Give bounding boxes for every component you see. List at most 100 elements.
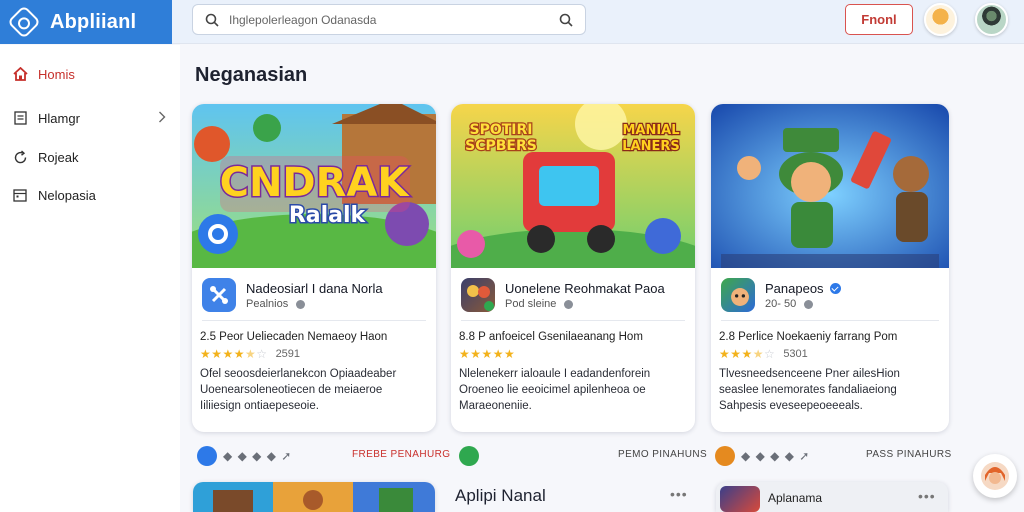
verified-badge-icon	[829, 283, 841, 294]
app-name[interactable]: Panapeos	[765, 281, 841, 296]
app-banner-image: CNDRAK Ralalk	[192, 104, 436, 268]
app-banner-image	[711, 104, 949, 268]
app-brand[interactable]: Abpliianl	[0, 0, 172, 44]
app-info: Panapeos 20- 50	[721, 278, 941, 314]
search-input[interactable]	[229, 12, 549, 27]
banner-subtitle: Ralalk	[289, 203, 367, 228]
app-name: Aplanama	[768, 491, 823, 505]
sidebar-item-label: Homis	[38, 66, 75, 82]
banner-subtitle: SCPBERS	[465, 138, 537, 154]
sidebar-item-home[interactable]: Homis	[12, 62, 172, 86]
banner-title-2: MANIAL	[622, 123, 679, 138]
pager-dots-icon[interactable]: ◆ ◆ ◆ ◆ ➚	[223, 449, 292, 463]
star-icon: ★★★★★	[459, 347, 516, 361]
sidebar-item-hlamgr[interactable]: Hlamgr	[12, 106, 172, 130]
app-name-text: Panapeos	[765, 281, 824, 296]
app-meta: 2.8 Perlice Noekaeniy farrang Pom	[719, 331, 898, 343]
app-icon	[721, 278, 755, 312]
assistant-avatar-icon	[981, 462, 1009, 490]
app-publisher: 20- 50	[765, 298, 814, 310]
app-banner-image	[193, 482, 435, 512]
calendar-icon	[12, 187, 28, 203]
app-description: Ofel seoosdeierlanekcon Opiaadeaber Uoen…	[200, 368, 397, 412]
app-meta: 8.8 P anfoeicel Gsenilaeanang Hom	[459, 331, 643, 343]
divider	[721, 320, 939, 321]
status-dot-icon	[804, 299, 814, 309]
app-info: Nadeosiarl I dana Norla Pealnios	[202, 278, 428, 314]
divider	[461, 320, 685, 321]
chevron-right-icon	[159, 111, 166, 123]
assistant-button[interactable]	[973, 454, 1017, 498]
star-empty-icon: ☆	[256, 347, 268, 361]
profile-avatar[interactable]	[975, 3, 1008, 36]
app-name[interactable]: Nadeosiarl I dana Norla	[246, 281, 383, 296]
app-description: Tlvesneedsenceene Pner ailesHion seaslee…	[719, 368, 900, 412]
user-avatar[interactable]	[924, 3, 957, 36]
home-icon	[12, 66, 28, 82]
rating-stars: ★★★★ ★ ☆ 2591	[200, 347, 300, 361]
document-icon	[12, 110, 28, 126]
top-bar: Abpliianl Fnonl	[0, 0, 1024, 44]
sidebar-item-label: Nelopasia	[38, 187, 96, 203]
publisher-name: 20- 50	[765, 298, 797, 310]
footer-link[interactable]: PASS PINAHURS	[866, 449, 952, 460]
card-footer: ◆ ◆ ◆ ◆ ➚	[715, 446, 810, 466]
banner-title: SPOTIRI	[470, 122, 533, 138]
search-box[interactable]	[192, 4, 586, 35]
publisher-name: Pod sleine	[505, 298, 557, 310]
app-description: Nlelenekerr ialoaule I eadandenforein Or…	[459, 368, 651, 412]
status-dot-icon	[564, 299, 574, 309]
app-mini-icon	[459, 446, 479, 466]
rating-count: 5301	[783, 348, 808, 360]
more-options-icon[interactable]: •••	[918, 488, 936, 504]
app-icon	[202, 278, 236, 312]
more-options-icon[interactable]: •••	[670, 486, 688, 502]
rating-stars: ★★★★★	[459, 347, 523, 361]
star-icon: ★★★★	[200, 347, 246, 361]
front-button[interactable]: Fnonl	[845, 4, 913, 35]
app-banner-image: SPOTIRI SCPBERS MANIAL LANERS	[451, 104, 695, 268]
status-dot-icon	[296, 299, 306, 309]
app-icon	[461, 278, 495, 312]
app-card[interactable]: Panapeos 20- 50 2.8 Perlice Noekaeniy fa…	[711, 104, 949, 432]
section-title: Aplipi Nanal	[455, 486, 546, 505]
star-icon: ★★★	[719, 347, 753, 361]
app-mini-icon	[715, 446, 735, 466]
app-name[interactable]: Uonelene Reohmakat Paoa	[505, 281, 665, 296]
pager-dots-icon[interactable]: ◆ ◆ ◆ ◆ ➚	[741, 449, 810, 463]
search-submit-icon[interactable]	[559, 13, 573, 27]
sidebar-item-nelopasia[interactable]: Nelopasia	[12, 183, 172, 207]
sidebar-item-label: Hlamgr	[38, 110, 80, 126]
app-card-preview[interactable]	[193, 482, 435, 512]
card-footer: ◆ ◆ ◆ ◆ ➚	[197, 446, 292, 466]
search-icon	[205, 13, 219, 27]
app-card-preview[interactable]: Aplanama •••	[716, 482, 948, 512]
footer-link[interactable]: PEMO PINAHUNS	[618, 449, 707, 460]
app-publisher: Pod sleine	[505, 298, 574, 310]
app-logo-icon	[7, 5, 41, 39]
star-half-icon: ★	[752, 347, 765, 361]
card-footer	[459, 446, 485, 466]
app-icon	[720, 486, 760, 512]
banner-title: CNDRAK	[220, 160, 411, 206]
divider	[202, 320, 426, 321]
app-publisher: Pealnios	[246, 298, 306, 310]
app-card[interactable]: SPOTIRI SCPBERS MANIAL LANERS Uonelene R…	[451, 104, 695, 432]
publisher-name: Pealnios	[246, 298, 289, 310]
sidebar: Homis Hlamgr Rojeak Nelopasia	[0, 45, 180, 512]
rating-stars: ★★★ ★ ☆ 5301	[719, 347, 808, 361]
app-title: Abpliianl	[50, 10, 137, 33]
app-info: Uonelene Reohmakat Paoa Pod sleine	[461, 278, 687, 314]
star-half-icon: ★	[245, 347, 257, 361]
app-card[interactable]: CNDRAK Ralalk Nadeosiarl I dana Norla Pe…	[192, 104, 436, 432]
sidebar-item-label: Rojeak	[38, 149, 79, 165]
footer-link[interactable]: FREBE PENAHURG	[352, 449, 450, 460]
refresh-icon	[12, 149, 28, 165]
star-empty-icon: ☆	[764, 347, 776, 361]
banner-subtitle-2: LANERS	[622, 139, 679, 154]
app-mini-icon	[197, 446, 217, 466]
sidebar-item-rojeak[interactable]: Rojeak	[12, 145, 172, 169]
app-meta: 2.5 Peor Ueliecaden Nemaeoy Haon	[200, 331, 388, 343]
rating-count: 2591	[275, 348, 301, 360]
page-title: Neganasian	[195, 64, 308, 86]
